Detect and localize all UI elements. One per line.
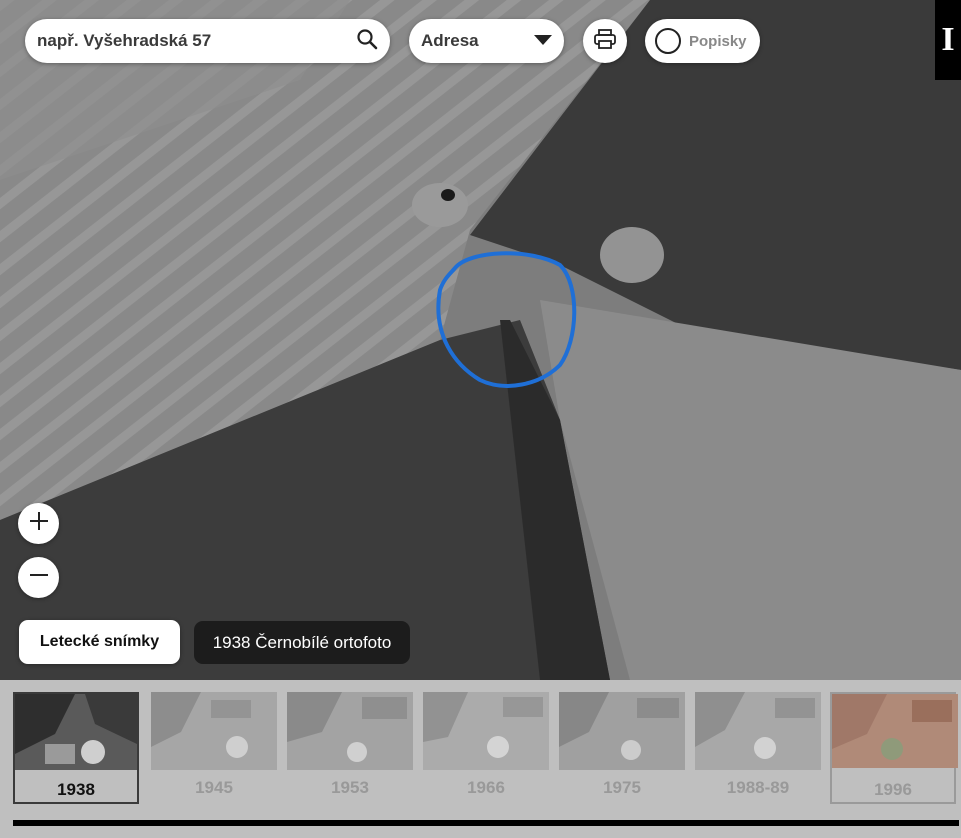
search-input[interactable]: např. Vyšehradská 57 [37,31,356,51]
zoom-in-button[interactable] [18,503,59,544]
search-box[interactable]: např. Vyšehradská 57 [25,19,390,63]
timeline-year: 1938 [57,780,95,799]
timeline-year: 1975 [603,778,641,797]
timeline-item-1966[interactable]: 1966 [423,692,549,804]
timeline-slider-track[interactable] [13,820,959,826]
timeline-item-1945[interactable]: 1945 [151,692,277,804]
thumbnail-image [15,694,137,770]
year-timeline: 1938 1945 1953 1966 1975 1988-89 1996 [0,680,961,838]
labels-toggle-label: Popisky [689,32,747,50]
timeline-item-1938[interactable]: 1938 [13,692,139,804]
dropdown-arrow-icon [534,32,552,50]
labels-toggle[interactable]: Popisky [645,19,760,63]
search-mode-select[interactable]: Adresa [409,19,564,63]
timeline-item-1953[interactable]: 1953 [287,692,413,804]
thumbnail-image [287,692,413,770]
print-button[interactable] [583,19,627,63]
current-layer-label: 1938 Černobílé ortofoto [194,621,410,664]
aerial-layers-button[interactable]: Letecké snímky [19,620,180,664]
timeline-year: 1966 [467,778,505,797]
thumbnail-image [559,692,685,770]
timeline-year: 1945 [195,778,233,797]
logo-letter: I [941,21,955,58]
timeline-year: 1988-89 [726,778,790,797]
printer-icon [594,28,616,54]
logo[interactable]: I [935,0,961,80]
thumbnail-image [695,692,821,770]
zoom-out-button[interactable] [18,557,59,598]
thumbnail-image [151,692,277,770]
thumbnail-image [423,692,549,770]
radio-circle-icon[interactable] [655,28,681,54]
timeline-item-1996[interactable]: 1996 [830,692,958,804]
timeline-year: 1953 [331,778,369,797]
timeline-year: 1996 [874,780,912,799]
timeline-item-1988-89[interactable]: 1988-89 [695,692,821,804]
minus-icon [29,565,49,590]
plus-icon [29,511,49,536]
search-icon[interactable] [356,28,378,55]
search-mode-value: Adresa [421,31,479,50]
thumbnail-image [832,694,958,768]
timeline-item-1975[interactable]: 1975 [559,692,685,804]
